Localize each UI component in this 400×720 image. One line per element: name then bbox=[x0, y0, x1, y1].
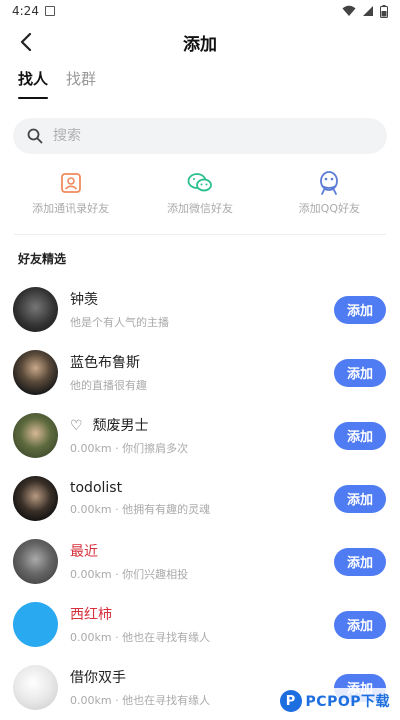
avatar[interactable] bbox=[13, 665, 58, 710]
add-friend-button[interactable]: 添加 bbox=[334, 547, 386, 576]
add-friend-button[interactable]: 添加 bbox=[334, 610, 386, 639]
signal-icon bbox=[363, 6, 373, 16]
friend-name: 颓废男士 bbox=[92, 418, 149, 434]
page-title: 添加 bbox=[183, 34, 217, 55]
friend-subtitle: 0.00km · 他拥有有趣的灵魂 bbox=[70, 503, 211, 516]
list-item[interactable]: 西红柿 0.00km · 他也在寻找有缘人 添加 bbox=[0, 593, 400, 656]
add-contacts-label: 添加通讯录好友 bbox=[32, 202, 110, 215]
quick-add-actions: 添加通讯录好友 添加微信好友 添加QQ好友 bbox=[0, 170, 400, 220]
status-icons bbox=[342, 4, 388, 18]
search-icon bbox=[27, 128, 43, 144]
search-bar[interactable] bbox=[13, 118, 387, 154]
contacts-icon bbox=[58, 170, 84, 196]
add-friend-button[interactable]: 添加 bbox=[334, 295, 386, 324]
battery-icon bbox=[380, 4, 388, 18]
friend-subtitle: 他是个有人气的主播 bbox=[70, 316, 169, 329]
back-arrow-icon bbox=[20, 33, 32, 51]
section-title: 好友精选 bbox=[18, 252, 67, 266]
friend-name-row: ♡ 颓废男士 bbox=[70, 415, 334, 435]
avatar[interactable] bbox=[13, 413, 58, 458]
divider bbox=[14, 234, 386, 235]
friend-subtitle: 0.00km · 你们兴趣相投 bbox=[70, 568, 189, 581]
tab-find-groups[interactable]: 找群 bbox=[66, 68, 96, 99]
avatar[interactable] bbox=[13, 476, 58, 521]
add-qq-label: 添加QQ好友 bbox=[298, 202, 360, 215]
friend-subtitle: 0.00km · 你们擦肩多次 bbox=[70, 442, 189, 455]
search-input[interactable] bbox=[53, 128, 333, 144]
add-friend-button[interactable]: 添加 bbox=[334, 358, 386, 387]
watermark-text: PCPOP下载 bbox=[305, 694, 390, 710]
back-button[interactable] bbox=[12, 28, 40, 56]
list-item[interactable]: 蓝色布鲁斯 他的直播很有趣 添加 bbox=[0, 341, 400, 404]
app-header: 添加 bbox=[0, 24, 400, 60]
friend-name: 西红柿 bbox=[70, 607, 112, 623]
list-item[interactable]: todolist 0.00km · 他拥有有趣的灵魂 添加 bbox=[0, 467, 400, 530]
add-contacts-button[interactable]: 添加通讯录好友 bbox=[6, 170, 135, 220]
list-item[interactable]: 最近 0.00km · 你们兴趣相投 添加 bbox=[0, 530, 400, 593]
add-wechat-label: 添加微信好友 bbox=[166, 202, 233, 215]
friend-name: 钟羡 bbox=[70, 292, 98, 308]
avatar[interactable] bbox=[13, 602, 58, 647]
friend-name: todolist bbox=[70, 480, 123, 496]
friend-name: 最近 bbox=[70, 544, 98, 560]
add-friend-button[interactable]: 添加 bbox=[334, 484, 386, 513]
add-friend-button[interactable]: 添加 bbox=[334, 421, 386, 450]
watermark-logo-icon: P bbox=[279, 690, 302, 712]
add-wechat-button[interactable]: 添加微信好友 bbox=[135, 170, 264, 220]
status-time: 4:24 bbox=[12, 4, 39, 18]
notification-icon bbox=[44, 6, 55, 16]
avatar[interactable] bbox=[13, 287, 58, 332]
friend-name: 借你双手 bbox=[70, 670, 126, 686]
friend-name: 蓝色布鲁斯 bbox=[70, 355, 140, 371]
list-item[interactable]: 钟羡 他是个有人气的主播 添加 bbox=[0, 278, 400, 341]
status-bar: 4:24 bbox=[0, 0, 400, 22]
watermark: P PCPOP下载 bbox=[273, 688, 396, 714]
tab-bar: 找人 找群 bbox=[18, 68, 96, 99]
friend-subtitle: 他的直播很有趣 bbox=[70, 379, 147, 392]
avatar[interactable] bbox=[13, 350, 58, 395]
friend-subtitle: 0.00km · 他也在寻找有缘人 bbox=[70, 631, 211, 644]
heart-icon: ♡ bbox=[70, 418, 83, 434]
wechat-icon bbox=[187, 170, 213, 196]
avatar[interactable] bbox=[13, 539, 58, 584]
add-qq-button[interactable]: 添加QQ好友 bbox=[265, 170, 394, 220]
wifi-icon bbox=[342, 5, 356, 16]
friend-list: 钟羡 他是个有人气的主播 添加 蓝色布鲁斯 他的直播很有趣 添加 ♡ 颓废男士 0… bbox=[0, 278, 400, 719]
tab-find-people[interactable]: 找人 bbox=[18, 68, 49, 99]
qq-icon bbox=[316, 170, 342, 196]
list-item[interactable]: ♡ 颓废男士 0.00km · 你们擦肩多次 添加 bbox=[0, 404, 400, 467]
